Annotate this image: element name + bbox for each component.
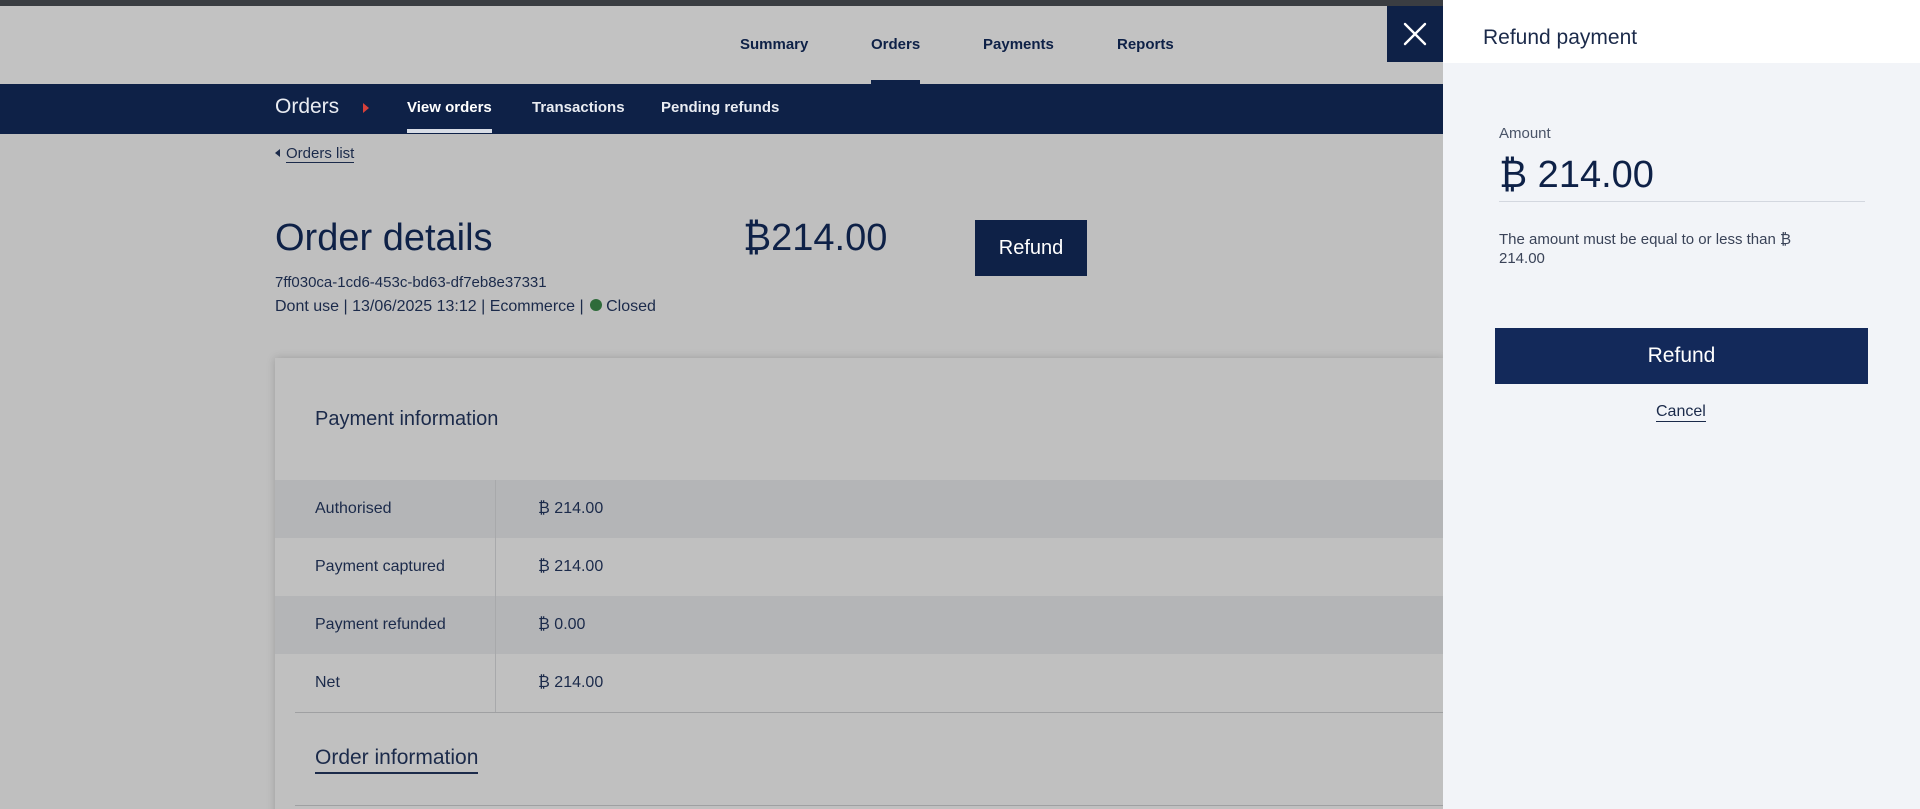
order-meta: Dont use | 13/06/2025 13:12 | Ecommerce …	[275, 298, 656, 316]
row-label: Authorised	[315, 500, 392, 517]
orders-list-label: Orders list	[286, 145, 355, 163]
table-row: Net ₿ 214.00	[275, 654, 1445, 712]
table-row: Authorised ₿ 214.00	[275, 480, 1445, 538]
divider	[295, 805, 1445, 806]
order-meta-text: Dont use | 13/06/2025 13:12 | Ecommerce …	[275, 298, 584, 315]
payment-table: Authorised ₿ 214.00 Payment captured ₿ 2…	[275, 480, 1445, 712]
order-amount: ₿214.00	[743, 217, 888, 259]
cancel-link[interactable]: Cancel	[1656, 403, 1706, 422]
amount-label: Amount	[1499, 125, 1551, 142]
caret-left-icon	[275, 148, 280, 157]
order-id: 7ff030ca-1cd6-453c-bd63-df7eb8e37331	[275, 274, 547, 291]
close-icon	[1403, 22, 1427, 46]
amount-hint: The amount must be equal to or less than…	[1499, 231, 1792, 267]
confirm-refund-button[interactable]: Refund	[1495, 328, 1868, 384]
card-title: Payment information	[315, 408, 499, 430]
panel-header: Refund payment	[1443, 0, 1920, 63]
row-label: Net	[315, 674, 340, 691]
panel-title: Refund payment	[1483, 26, 1638, 49]
row-label: Payment captured	[315, 558, 445, 575]
orders-list-back-link[interactable]: Orders list	[275, 145, 355, 163]
row-value: ₿ 214.00	[538, 500, 604, 517]
status-dot-icon	[590, 299, 603, 312]
sub-nav-section-title: Orders	[275, 95, 340, 118]
amount-input[interactable]	[1499, 150, 1865, 202]
tab-view-orders[interactable]: View orders	[407, 99, 492, 133]
page-title: Order details	[275, 217, 493, 259]
status-badge: Closed	[606, 298, 656, 315]
order-information-link[interactable]: Order information	[315, 746, 479, 774]
row-label: Payment refunded	[315, 616, 446, 633]
top-nav-orders[interactable]: Orders	[871, 6, 921, 84]
table-row: Payment refunded ₿ 0.00	[275, 596, 1445, 654]
close-panel-button[interactable]	[1387, 6, 1443, 62]
tab-pending-refunds[interactable]: Pending refunds	[661, 99, 779, 116]
tab-transactions[interactable]: Transactions	[532, 99, 625, 116]
top-nav-payments[interactable]: Payments	[983, 6, 1054, 84]
caret-right-icon	[363, 103, 369, 113]
row-value: ₿ 214.00	[538, 558, 604, 575]
row-value: ₿ 0.00	[538, 616, 586, 633]
top-nav-summary[interactable]: Summary	[740, 6, 808, 84]
column-divider	[495, 480, 496, 712]
top-nav-reports[interactable]: Reports	[1117, 6, 1174, 84]
refund-button[interactable]: Refund	[975, 220, 1087, 276]
divider	[295, 712, 1445, 713]
refund-panel: Refund payment Amount The amount must be…	[1443, 0, 1920, 809]
payment-information-card: Payment information Authorised ₿ 214.00 …	[275, 358, 1445, 809]
row-value: ₿ 214.00	[538, 674, 604, 691]
table-row: Payment captured ₿ 214.00	[275, 538, 1445, 596]
